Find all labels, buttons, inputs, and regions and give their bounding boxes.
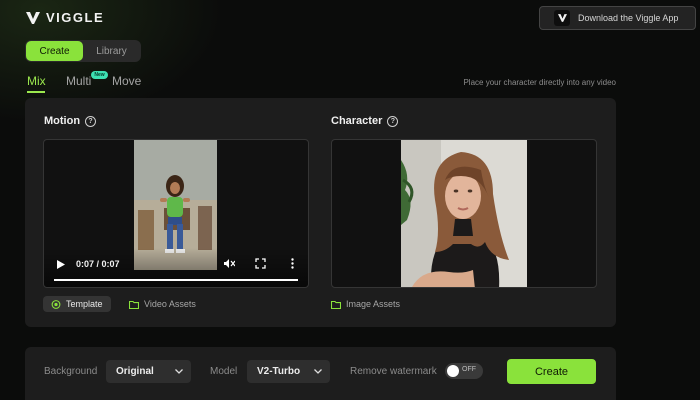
viggle-logo-icon [26, 11, 40, 24]
logo-text: VIGGLE [46, 10, 105, 25]
character-photo [401, 140, 527, 287]
settings-bar: Background Original Model V2-Turbo Remov… [25, 347, 616, 400]
background-label: Background [44, 366, 98, 377]
character-title: Character [331, 115, 383, 127]
create-library-toggle: Create Library [25, 40, 141, 62]
motion-video-player[interactable]: 0:07 / 0:07 [43, 139, 309, 288]
play-icon[interactable] [57, 260, 65, 269]
template-button[interactable]: Template [43, 296, 111, 312]
video-controls: 0:07 / 0:07 [44, 248, 308, 287]
model-label: Model [210, 366, 238, 377]
template-label: Template [66, 299, 103, 309]
chevron-down-icon [175, 369, 183, 374]
background-select[interactable]: Original [106, 360, 191, 383]
hint-text: Place your character directly into any v… [463, 78, 616, 87]
motion-title: Motion [44, 115, 81, 127]
library-tab[interactable]: Library [83, 41, 140, 61]
toggle-state: OFF [462, 366, 476, 373]
video-time: 0:07 / 0:07 [76, 259, 120, 269]
main-panel: Motion ? Character ? 0:07 / 0:07 Templat… [25, 98, 616, 327]
character-section-title: Character ? [331, 115, 399, 127]
template-icon [51, 299, 61, 309]
folder-icon [331, 300, 341, 309]
model-select[interactable]: V2-Turbo [247, 360, 330, 383]
video-progress-fill [54, 279, 298, 281]
video-assets-label: Video Assets [144, 299, 196, 309]
active-tab-underline [27, 91, 45, 93]
motion-section-title: Motion ? [44, 115, 97, 127]
image-assets-button[interactable]: Image Assets [331, 296, 400, 312]
remove-watermark-toggle[interactable]: OFF [445, 363, 483, 379]
new-badge: New [91, 71, 108, 79]
folder-icon [129, 300, 139, 309]
logo[interactable]: VIGGLE [26, 10, 104, 25]
video-assets-button[interactable]: Video Assets [129, 296, 196, 312]
video-progress-bar[interactable] [54, 279, 298, 281]
background-value: Original [116, 366, 154, 377]
fullscreen-icon[interactable] [255, 258, 266, 269]
create-tab[interactable]: Create [26, 41, 83, 61]
tab-multi[interactable]: Multi [66, 74, 91, 88]
model-value: V2-Turbo [257, 366, 301, 377]
question-circle-icon[interactable]: ? [85, 115, 97, 127]
download-app-button[interactable]: Download the Viggle App [539, 6, 696, 30]
more-options-icon[interactable] [287, 258, 298, 269]
viggle-app-icon [554, 10, 570, 26]
chevron-down-icon [314, 369, 322, 374]
question-circle-icon[interactable]: ? [387, 115, 399, 127]
mute-icon[interactable] [224, 258, 235, 269]
character-image-box[interactable] [331, 139, 597, 288]
image-assets-label: Image Assets [346, 299, 401, 309]
tab-move[interactable]: Move [112, 74, 141, 88]
remove-watermark-label: Remove watermark [350, 366, 437, 377]
tab-mix[interactable]: Mix [27, 74, 46, 88]
toggle-knob [447, 365, 459, 377]
create-button[interactable]: Create [507, 359, 596, 384]
download-app-label: Download the Viggle App [578, 13, 679, 23]
